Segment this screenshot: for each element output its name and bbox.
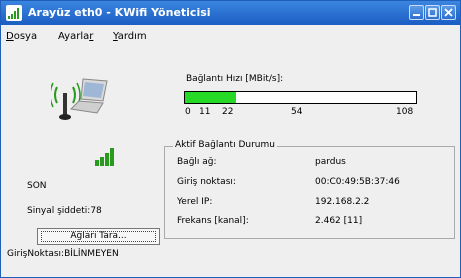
group-title: Aktif Bağlantı Durumu bbox=[173, 140, 277, 150]
menu-accelerator: r bbox=[89, 31, 94, 42]
wifi-laptop-icon bbox=[51, 78, 108, 120]
speed-progress-fill bbox=[185, 92, 236, 103]
speed-tick: 0 bbox=[185, 107, 191, 117]
menu-accelerator: D bbox=[6, 31, 14, 42]
info-label-local-ip: Yerel IP: bbox=[177, 197, 213, 207]
close-button[interactable] bbox=[441, 5, 456, 20]
connection-state: SON bbox=[27, 181, 47, 191]
menu-yardim[interactable]: Yardım bbox=[113, 31, 147, 42]
signal-strength-text: Sinyal şiddeti:78 bbox=[27, 206, 102, 216]
menubar: Dosya Ayarlar Yardım bbox=[1, 25, 460, 49]
info-value-network: pardus bbox=[315, 157, 346, 167]
signal-bars-icon bbox=[6, 5, 22, 21]
info-value-frequency: 2.462 [11] bbox=[315, 216, 363, 226]
focus-rect bbox=[41, 231, 156, 242]
kwifi-window: Arayüz eth0 - KWifi Yöneticisi Dosya Aya… bbox=[0, 0, 461, 278]
titlebar[interactable]: Arayüz eth0 - KWifi Yöneticisi bbox=[1, 1, 460, 25]
window-title: Arayüz eth0 - KWifi Yöneticisi bbox=[28, 6, 211, 19]
speed-label: Bağlantı Hızı [MBit/s]: bbox=[186, 74, 284, 84]
speed-tick: 108 bbox=[396, 107, 414, 117]
minimize-button[interactable] bbox=[409, 5, 424, 20]
speed-tick: 11 bbox=[199, 107, 211, 117]
menu-dosya[interactable]: Dosya bbox=[6, 31, 37, 42]
close-icon bbox=[444, 8, 453, 17]
info-label-access-point: Giriş noktası: bbox=[177, 177, 236, 187]
speed-tick: 22 bbox=[222, 107, 234, 117]
scan-networks-button[interactable]: Ağları Tara... bbox=[37, 228, 160, 245]
speed-progress-bar bbox=[184, 91, 417, 104]
maximize-button[interactable] bbox=[425, 5, 440, 20]
maximize-icon bbox=[428, 8, 437, 17]
info-value-local-ip: 192.168.2.2 bbox=[315, 197, 370, 207]
menu-ayarlar[interactable]: Ayarlar bbox=[58, 31, 93, 42]
access-point-text: GirişNoktası:BİLİNMEYEN bbox=[7, 249, 119, 259]
speed-tick: 54 bbox=[291, 107, 303, 117]
menu-accelerator: Y bbox=[113, 31, 118, 42]
info-label-network: Bağlı ağ: bbox=[177, 157, 217, 167]
info-value-access-point: 00:C0:49:5B:37:46 bbox=[315, 177, 400, 187]
minimize-icon bbox=[413, 14, 420, 16]
signal-strength-icon bbox=[95, 148, 114, 166]
info-label-frequency: Frekans [kanal]: bbox=[177, 216, 249, 226]
